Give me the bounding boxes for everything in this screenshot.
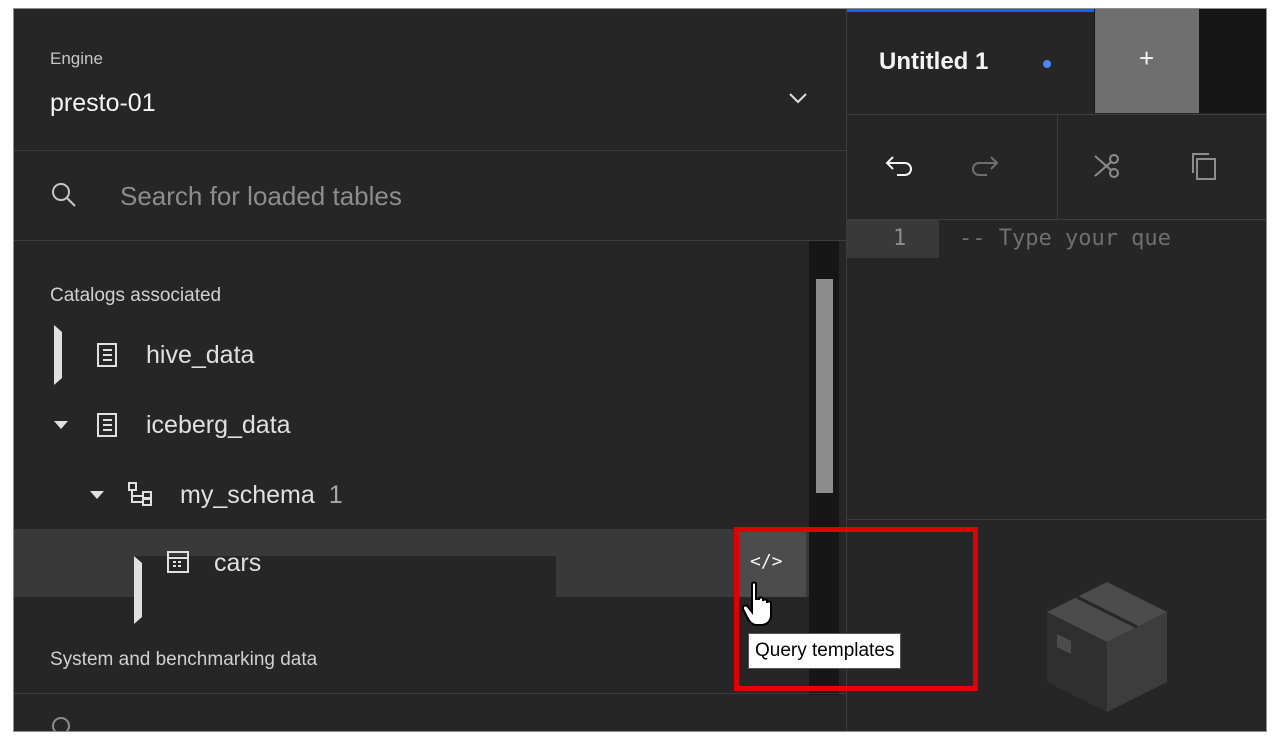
table-icon xyxy=(167,551,189,573)
unsaved-indicator xyxy=(1043,60,1051,68)
catalogs-heading: Catalogs associated xyxy=(50,285,222,306)
tree-item-label: my_schema 1 xyxy=(180,481,343,509)
tree-item-label: cars xyxy=(214,549,262,577)
search-icon xyxy=(52,183,76,207)
divider xyxy=(14,693,846,694)
add-tab-button[interactable]: + xyxy=(1095,9,1199,113)
engine-label: Engine xyxy=(50,49,103,68)
chevron-down-icon xyxy=(789,93,807,104)
schema-icon xyxy=(128,482,152,506)
caret-right-icon[interactable] xyxy=(134,556,556,624)
line-gutter: 1 xyxy=(847,220,939,258)
copy-icon[interactable] xyxy=(1189,151,1219,181)
sql-editor[interactable]: 1 -- Type your que xyxy=(847,220,1266,518)
tab-untitled-1[interactable]: Untitled 1 xyxy=(847,9,1094,113)
catalog-icon xyxy=(97,343,117,367)
editor-toolbar xyxy=(847,114,1266,220)
scrollbar-thumb[interactable] xyxy=(816,279,833,493)
table-search[interactable]: Search for loaded tables xyxy=(14,151,846,241)
plus-icon: + xyxy=(1139,43,1155,73)
line-number: 1 xyxy=(893,226,907,251)
tree-item-cars[interactable]: cars xyxy=(14,529,809,624)
search-icon xyxy=(52,717,70,731)
app-window: Engine presto-01 Search for loaded table… xyxy=(13,8,1267,732)
engine-dropdown[interactable]: Engine presto-01 xyxy=(14,9,846,151)
annotation-highlight-box xyxy=(734,527,978,691)
tree-item-label: iceberg_data xyxy=(146,411,291,439)
editor-placeholder: -- Type your que xyxy=(959,226,1171,251)
caret-down-icon[interactable] xyxy=(90,491,104,499)
redo-icon[interactable] xyxy=(969,151,1001,179)
caret-down-icon[interactable] xyxy=(54,421,68,429)
undo-icon[interactable] xyxy=(883,151,915,179)
tree-item-hive-data[interactable]: hive_data xyxy=(14,325,814,385)
tab-label: Untitled 1 xyxy=(879,48,989,75)
catalog-icon xyxy=(97,413,117,437)
tree-item-iceberg-data[interactable]: iceberg_data xyxy=(14,395,814,455)
engine-value: presto-01 xyxy=(50,89,156,117)
search-input[interactable]: Search for loaded tables xyxy=(120,181,402,212)
tree-item-my-schema[interactable]: my_schema 1 xyxy=(14,465,814,525)
tab-bar: Untitled 1 + xyxy=(847,9,1266,113)
schema-count: 1 xyxy=(328,481,343,509)
cut-icon[interactable] xyxy=(1093,151,1123,181)
system-data-heading: System and benchmarking data xyxy=(50,649,318,670)
toolbar-separator xyxy=(1057,115,1058,219)
tree-item-label: hive_data xyxy=(146,341,255,369)
data-explorer-panel: Engine presto-01 Search for loaded table… xyxy=(14,9,846,731)
empty-box-icon xyxy=(1047,582,1167,712)
